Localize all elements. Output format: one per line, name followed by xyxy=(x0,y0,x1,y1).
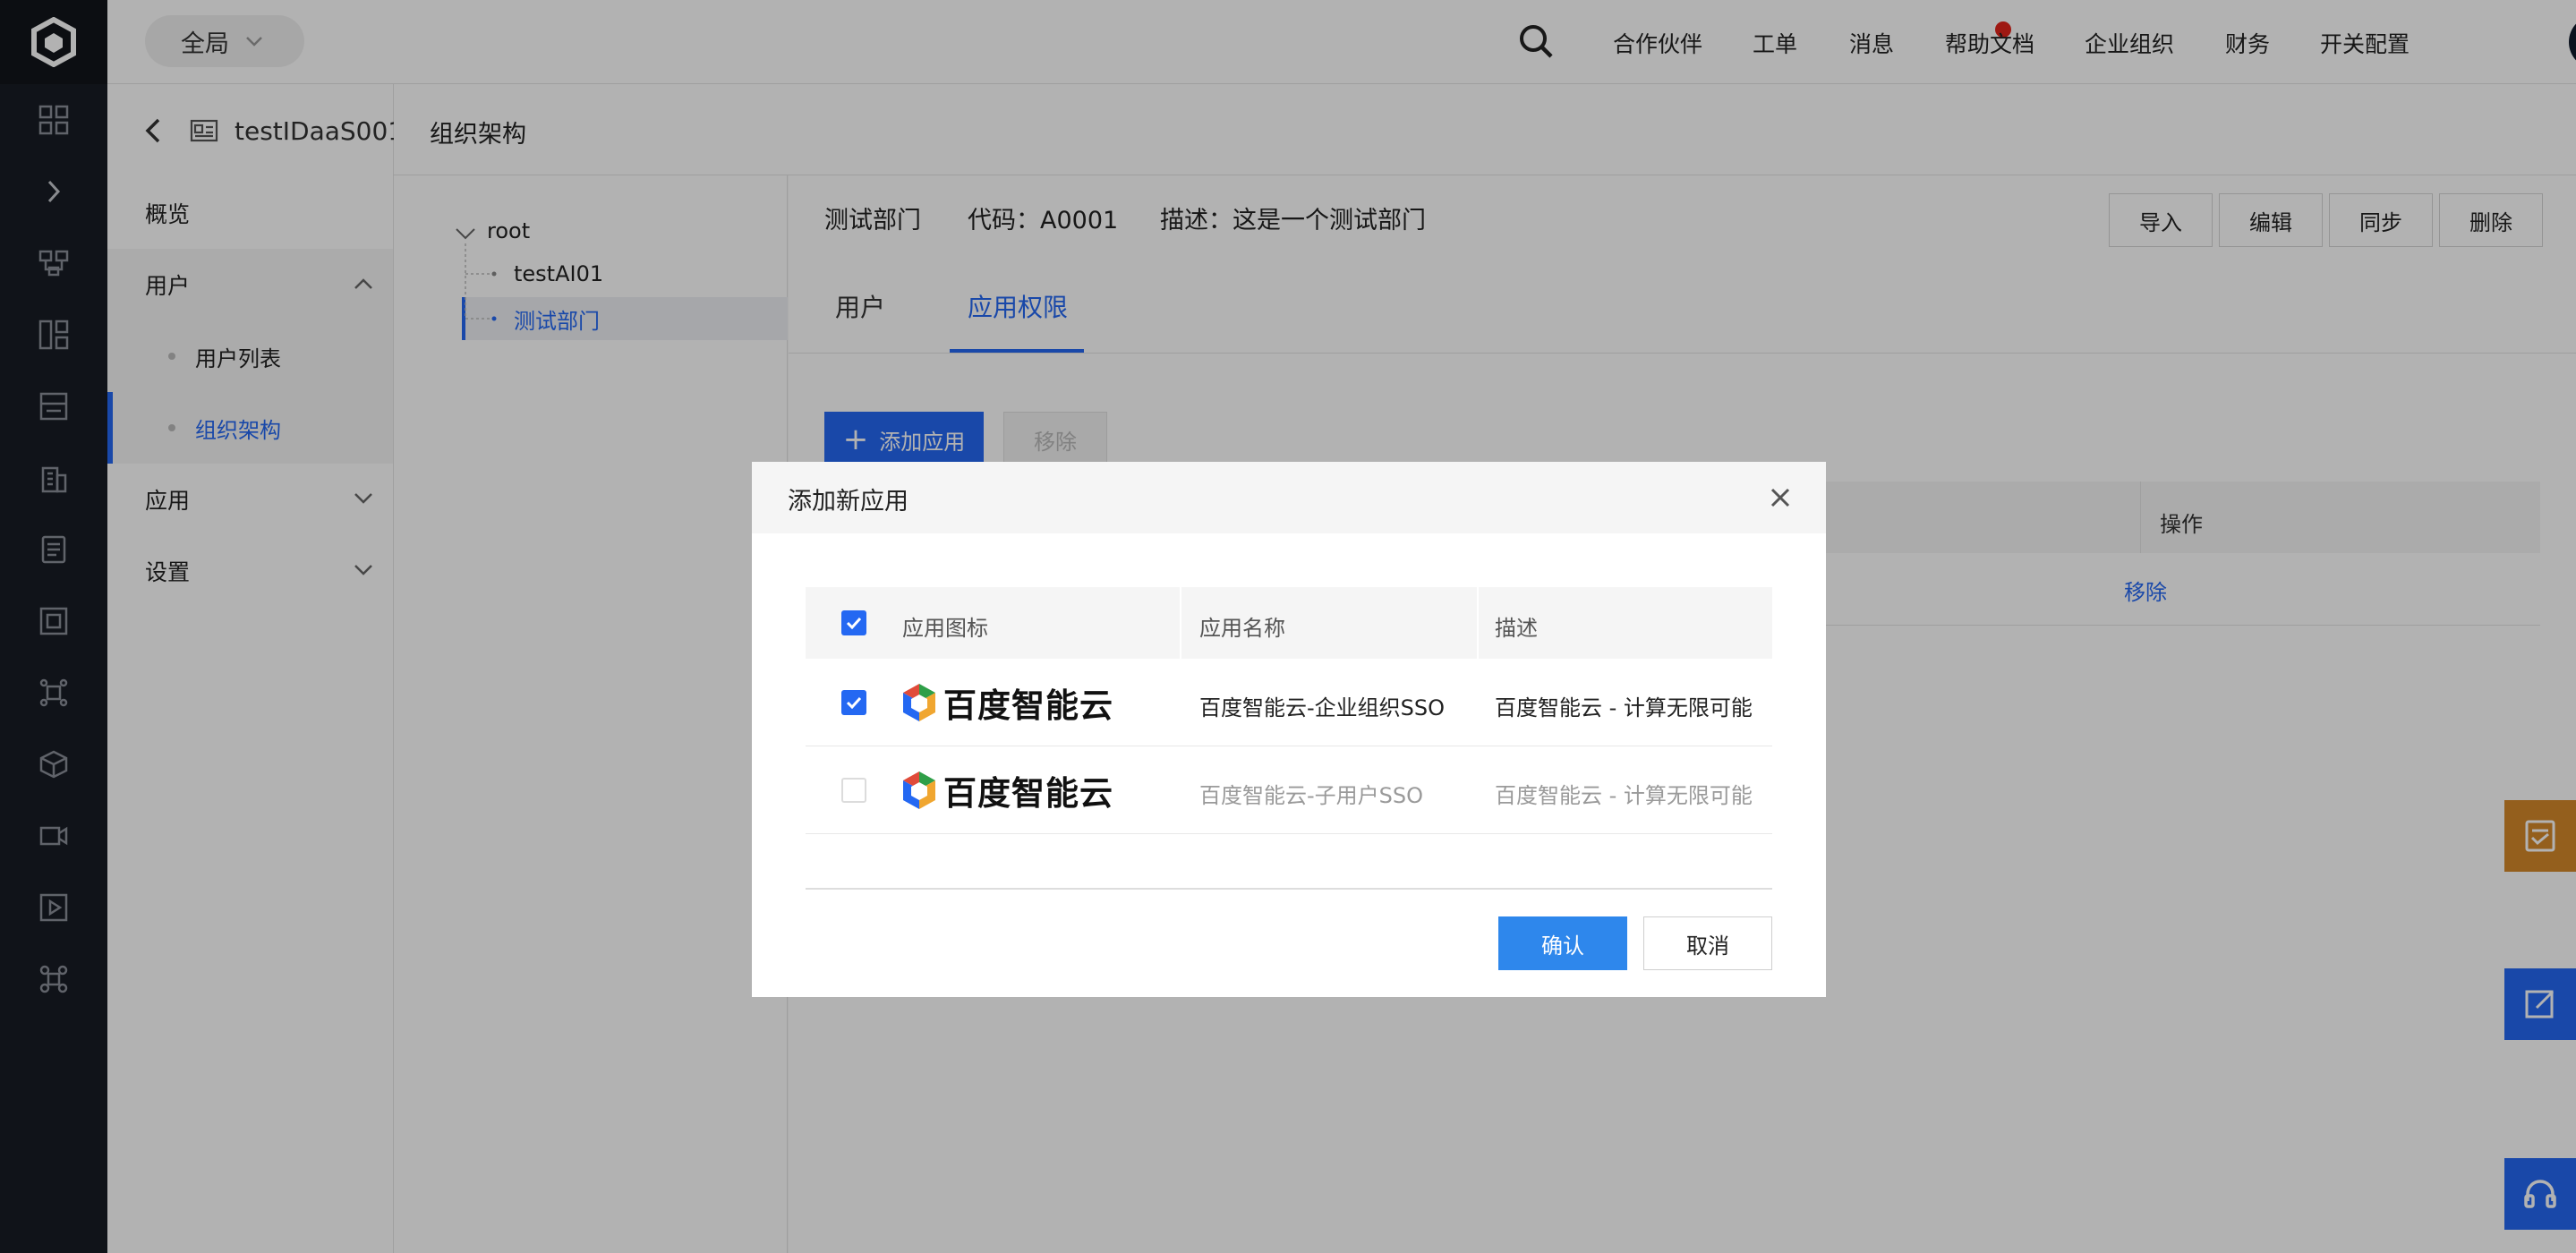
table-row[interactable]: 百度智能云 百度智能云-子用户SSO 百度智能云 - 计算无限可能 xyxy=(806,746,1772,834)
column-header-name: 应用名称 xyxy=(1199,616,1285,641)
app-description: 百度智能云 - 计算无限可能 xyxy=(1495,783,1753,808)
add-app-dialog: 添加新应用 应用图标 应用名称 描述 百度智能云 百度智能云-企业组织SSO 百… xyxy=(752,462,1826,997)
app-select-table: 应用图标 应用名称 描述 百度智能云 百度智能云-企业组织SSO 百度智能云 -… xyxy=(806,587,1772,834)
baidu-cloud-logo: 百度智能云 xyxy=(900,678,1113,727)
baidu-cloud-logo: 百度智能云 xyxy=(900,766,1113,814)
cancel-button[interactable]: 取消 xyxy=(1643,916,1772,970)
column-header-description: 描述 xyxy=(1495,616,1538,641)
app-description: 百度智能云 - 计算无限可能 xyxy=(1495,695,1753,720)
row-checkbox[interactable] xyxy=(841,778,866,803)
column-header-icon: 应用图标 xyxy=(902,616,988,641)
table-row[interactable]: 百度智能云 百度智能云-企业组织SSO 百度智能云 - 计算无限可能 xyxy=(806,659,1772,746)
confirm-button[interactable]: 确认 xyxy=(1498,916,1627,970)
row-checkbox[interactable] xyxy=(841,690,866,715)
select-all-checkbox[interactable] xyxy=(841,610,866,635)
table-header: 应用图标 应用名称 描述 xyxy=(806,587,1772,659)
dialog-header: 添加新应用 xyxy=(752,462,1826,533)
dialog-title: 添加新应用 xyxy=(788,488,908,516)
close-icon[interactable] xyxy=(1769,486,1792,509)
app-name: 百度智能云-子用户SSO xyxy=(1199,783,1424,808)
app-name: 百度智能云-企业组织SSO xyxy=(1199,695,1446,720)
